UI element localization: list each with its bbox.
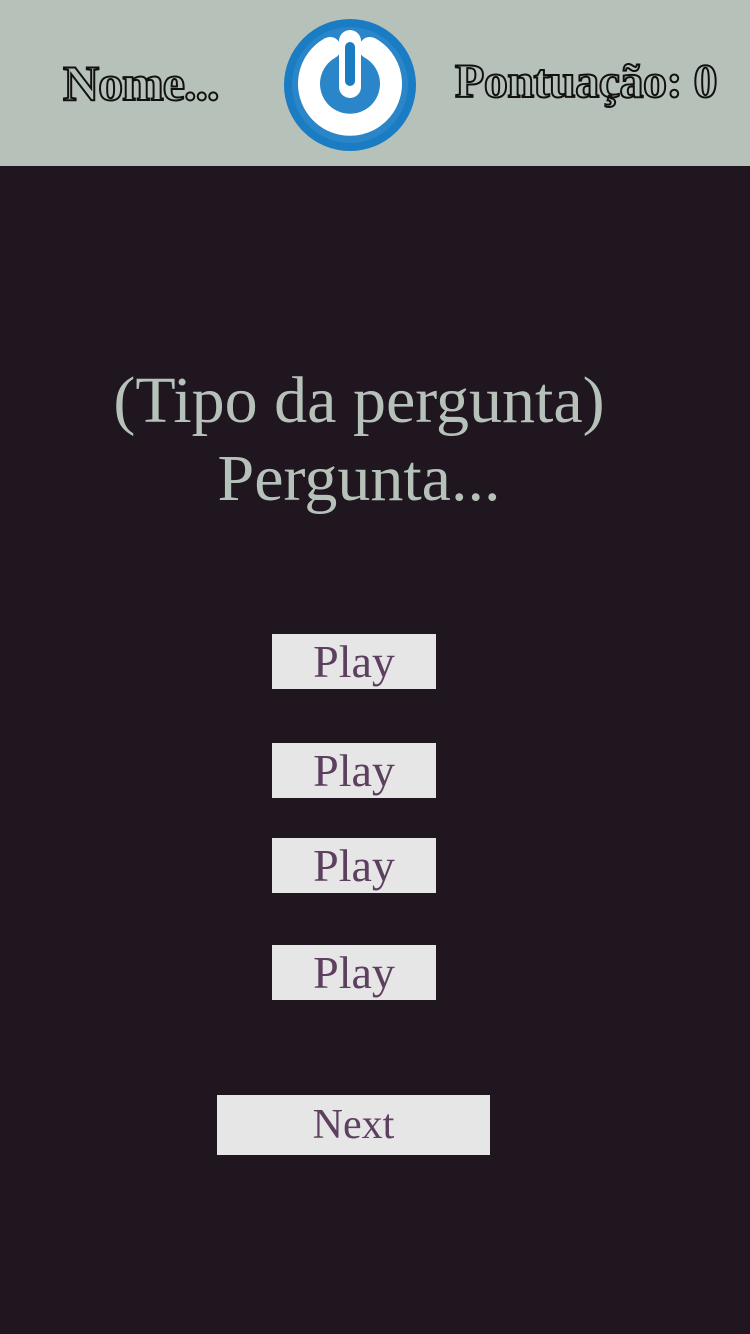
answer-button-3[interactable]: Play — [272, 838, 436, 893]
top-bar: Nome... Pontuação: 0 — [0, 0, 750, 166]
player-name: Nome... — [62, 55, 220, 111]
answer-button-2[interactable]: Play — [272, 743, 436, 798]
next-button[interactable]: Next — [217, 1095, 490, 1155]
power-icon — [284, 19, 416, 151]
question-text: Pergunta... — [217, 442, 501, 515]
answer-button-1[interactable]: Play — [272, 634, 436, 689]
answer-button-4[interactable]: Play — [272, 945, 436, 1000]
question-type: (Tipo da pergunta) — [113, 364, 605, 437]
question-block: (Tipo da pergunta) Pergunta... — [0, 362, 734, 518]
score-label: Pontuação: 0 — [454, 55, 718, 108]
